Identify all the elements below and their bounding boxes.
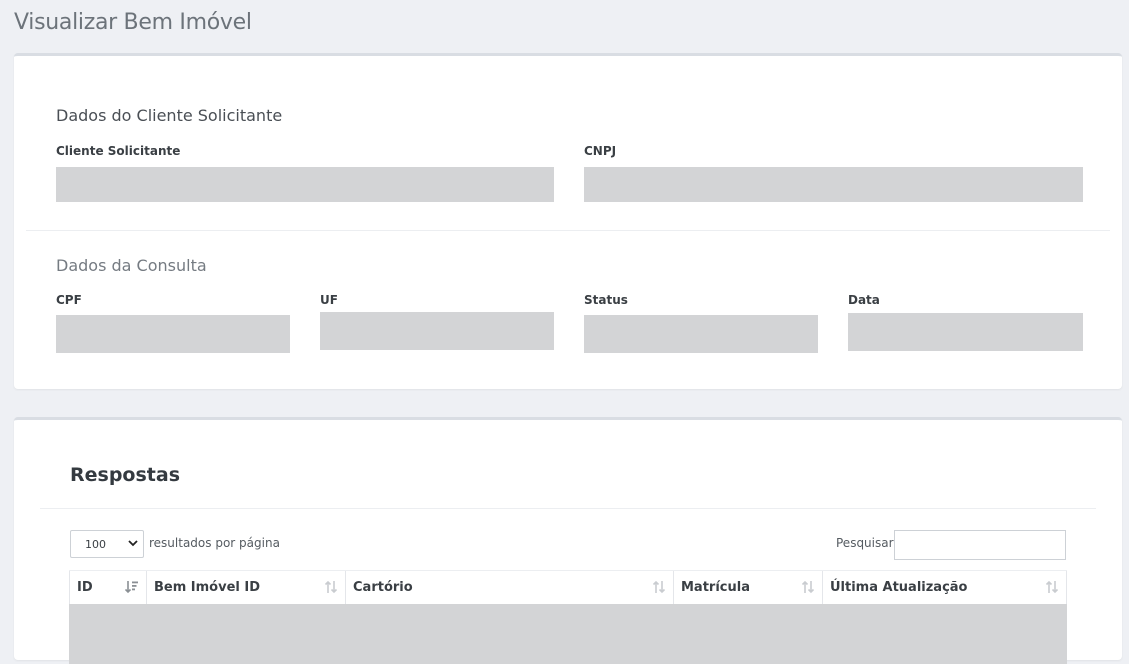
details-card: Dados do Cliente Solicitante Cliente Sol… — [14, 53, 1122, 389]
sort-both-icon — [801, 580, 815, 594]
section-divider — [26, 230, 1110, 231]
cnpj-field-value — [584, 167, 1083, 202]
column-header-label: Última Atualização — [830, 580, 968, 595]
column-header-label: Cartório — [353, 580, 413, 595]
client-field-label: Cliente Solicitante — [56, 144, 181, 158]
column-header-ultima-atualizacao[interactable]: Última Atualização — [823, 571, 1067, 604]
column-header-matricula[interactable]: Matrícula — [674, 571, 823, 604]
sort-both-icon — [324, 580, 338, 594]
search-label: Pesquisar — [836, 536, 894, 550]
table-body-placeholder — [69, 604, 1067, 664]
sort-descending-icon — [125, 581, 138, 594]
column-header-id[interactable]: ID — [69, 571, 147, 604]
status-field-label: Status — [584, 293, 628, 307]
table-header: ID Bem Imóvel ID Cartório Matrícula Últi… — [69, 570, 1067, 605]
page-title: Visualizar Bem Imóvel — [14, 10, 252, 35]
column-header-bem-imovel-id[interactable]: Bem Imóvel ID — [147, 571, 346, 604]
client-section-title: Dados do Cliente Solicitante — [56, 106, 283, 125]
sort-both-icon — [1045, 580, 1059, 594]
chevron-down-icon — [128, 540, 138, 547]
column-header-label: Bem Imóvel ID — [154, 580, 261, 595]
responses-divider — [40, 508, 1096, 509]
query-section-title: Dados da Consulta — [56, 256, 207, 275]
status-field-value — [584, 315, 818, 353]
data-field-label: Data — [848, 293, 880, 307]
client-field-value — [56, 167, 554, 202]
cnpj-field-label: CNPJ — [584, 144, 617, 158]
cpf-field-label: CPF — [56, 293, 82, 307]
uf-field-value — [320, 312, 554, 350]
column-header-cartorio[interactable]: Cartório — [346, 571, 674, 604]
sort-both-icon — [652, 580, 666, 594]
page-size-select[interactable]: 100 — [70, 530, 144, 558]
cpf-field-value — [56, 315, 290, 353]
page-size-value: 100 — [85, 537, 106, 551]
column-header-label: Matrícula — [681, 580, 750, 595]
page-size-label: resultados por página — [149, 536, 280, 550]
search-input[interactable] — [894, 530, 1066, 560]
data-field-value — [848, 313, 1083, 351]
responses-title: Respostas — [70, 464, 181, 486]
uf-field-label: UF — [320, 293, 338, 307]
responses-card: Respostas 100 resultados por página Pesq… — [14, 417, 1122, 664]
column-header-label: ID — [77, 580, 93, 595]
